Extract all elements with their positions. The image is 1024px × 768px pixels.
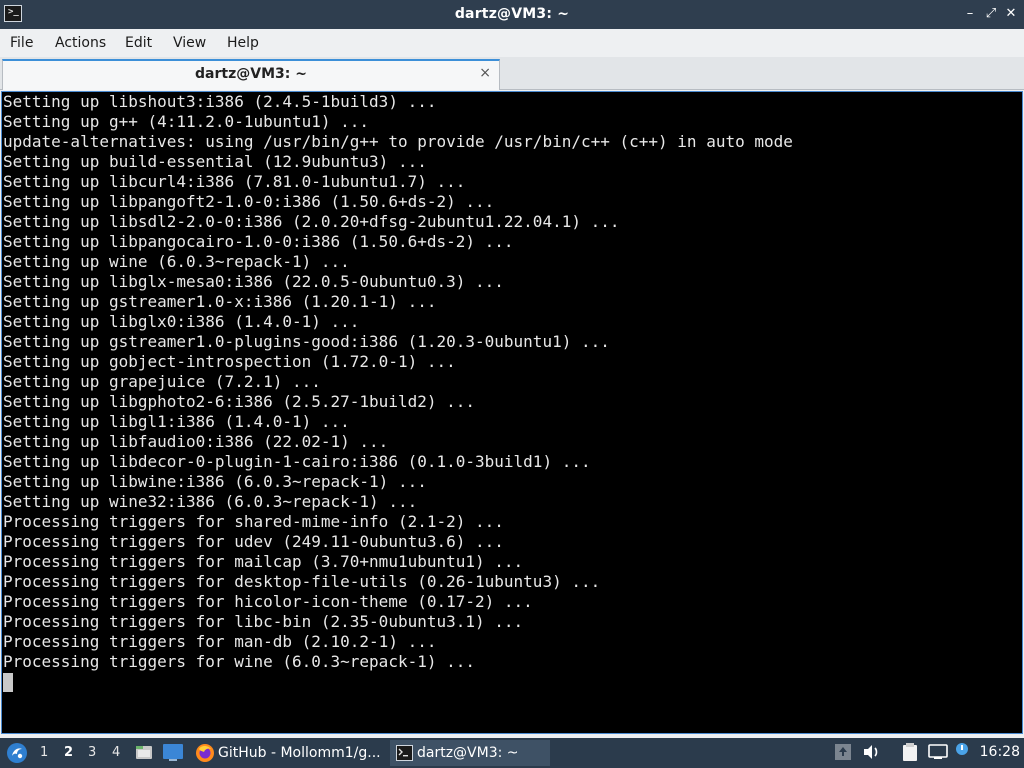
tab-terminal[interactable]: dartz@VM3: ~ ×	[2, 59, 500, 90]
tab-bar: dartz@VM3: ~ ×	[0, 57, 1024, 90]
terminal-line: Setting up libglx0:i386 (1.4.0-1) ...	[3, 312, 360, 331]
terminal-line: Processing triggers for mailcap (3.70+nm…	[3, 552, 524, 571]
terminal-line: Setting up libshout3:i386 (2.4.5-1build3…	[3, 92, 437, 111]
terminal-line: update-alternatives: using /usr/bin/g++ …	[3, 132, 793, 151]
taskbar-task-firefox[interactable]: GitHub - Mollomm1/g...	[192, 740, 388, 766]
terminal-window: >_ dartz@VM3: ~ – ⤢ ✕ File Actions Edit …	[0, 0, 1024, 738]
close-window-button[interactable]: ✕	[1003, 6, 1019, 22]
maximize-button[interactable]: ⤢	[983, 6, 999, 22]
terminal-line: Setting up wine (6.0.3~repack-1) ...	[3, 252, 350, 271]
menu-edit[interactable]: Edit	[125, 35, 152, 51]
terminal-line: Setting up gobject-introspection (1.72.0…	[3, 352, 456, 371]
terminal-line: Setting up gstreamer1.0-plugins-good:i38…	[3, 332, 610, 351]
network-icon[interactable]	[928, 743, 948, 761]
menu-view[interactable]: View	[173, 35, 206, 51]
start-menu-icon[interactable]	[5, 741, 29, 765]
workspace-1[interactable]: 1	[40, 745, 48, 760]
minimize-button[interactable]: –	[962, 6, 978, 22]
workspace-3[interactable]: 3	[88, 745, 96, 760]
upload-icon[interactable]	[834, 743, 852, 761]
terminal-line: Processing triggers for udev (249.11-0ub…	[3, 532, 504, 551]
terminal-line: Processing triggers for wine (6.0.3~repa…	[3, 652, 476, 671]
terminal-line: Processing triggers for man-db (2.10.2-1…	[3, 632, 437, 651]
terminal-line: Processing triggers for hicolor-icon-the…	[3, 592, 533, 611]
terminal-line: Setting up build-essential (12.9ubuntu3)…	[3, 152, 427, 171]
terminal-output[interactable]: Setting up libshout3:i386 (2.4.5-1build3…	[1, 91, 1023, 734]
terminal-line: Processing triggers for desktop-file-uti…	[3, 572, 601, 591]
terminal-line: Setting up libdecor-0-plugin-1-cairo:i38…	[3, 452, 591, 471]
terminal-line: Setting up libpangocairo-1.0-0:i386 (1.5…	[3, 232, 514, 251]
terminal-line: Setting up libgl1:i386 (1.4.0-1) ...	[3, 412, 350, 431]
minimize-icon: –	[966, 6, 974, 21]
tab-close-icon[interactable]: ×	[479, 65, 491, 81]
tab-label: dartz@VM3: ~	[195, 66, 307, 82]
volume-icon[interactable]	[862, 743, 882, 761]
show-desktop-icon[interactable]	[162, 743, 184, 762]
terminal-line: Processing triggers for shared-mime-info…	[3, 512, 504, 531]
terminal-line: Setting up wine32:i386 (6.0.3~repack-1) …	[3, 492, 418, 511]
terminal-line: Setting up libpangoft2-1.0-0:i386 (1.50.…	[3, 192, 495, 211]
terminal-line: Setting up libgphoto2-6:i386 (2.5.27-1bu…	[3, 392, 476, 411]
file-manager-icon[interactable]	[134, 742, 154, 762]
taskbar-task-label: GitHub - Mollomm1/g...	[218, 745, 381, 761]
window-title: dartz@VM3: ~	[454, 6, 570, 22]
clock[interactable]: 16:28	[980, 744, 1020, 760]
restore-icon: ⤢	[985, 6, 997, 21]
clipboard-icon[interactable]	[900, 742, 920, 762]
menu-file[interactable]: File	[10, 35, 33, 51]
terminal-line: Setting up libcurl4:i386 (7.81.0-1ubuntu…	[3, 172, 466, 191]
close-icon: ✕	[1005, 6, 1017, 21]
terminal-line: Setting up libfaudio0:i386 (22.02-1) ...	[3, 432, 389, 451]
notification-icon[interactable]	[954, 741, 972, 759]
title-bar[interactable]: >_ dartz@VM3: ~ – ⤢ ✕	[0, 0, 1024, 29]
firefox-icon	[196, 744, 214, 762]
terminal-line: Setting up grapejuice (7.2.1) ...	[3, 372, 321, 391]
menu-help[interactable]: Help	[227, 35, 259, 51]
taskbar-task-terminal[interactable]: dartz@VM3: ~	[390, 740, 550, 766]
menu-bar: File Actions Edit View Help	[0, 29, 1024, 57]
taskbar: 1 2 3 4 GitHub - Mollomm1/g... dartz@VM3…	[0, 738, 1024, 768]
terminal-lines: Setting up libshout3:i386 (2.4.5-1build3…	[3, 92, 793, 672]
terminal-line: Setting up libsdl2-2.0-0:i386 (2.0.20+df…	[3, 212, 620, 231]
terminal-cursor	[3, 673, 13, 692]
terminal-line: Setting up libwine:i386 (6.0.3~repack-1)…	[3, 472, 427, 491]
menu-actions[interactable]: Actions	[55, 35, 106, 51]
terminal-line: Setting up g++ (4:11.2.0-1ubuntu1) ...	[3, 112, 370, 131]
taskbar-task-label: dartz@VM3: ~	[417, 745, 519, 761]
terminal-icon	[396, 745, 413, 761]
workspace-4[interactable]: 4	[112, 745, 120, 760]
terminal-line: Setting up gstreamer1.0-x:i386 (1.20.1-1…	[3, 292, 437, 311]
terminal-line: Setting up libglx-mesa0:i386 (22.0.5-0ub…	[3, 272, 504, 291]
terminal-line: Processing triggers for libc-bin (2.35-0…	[3, 612, 524, 631]
workspace-2[interactable]: 2	[64, 745, 73, 760]
